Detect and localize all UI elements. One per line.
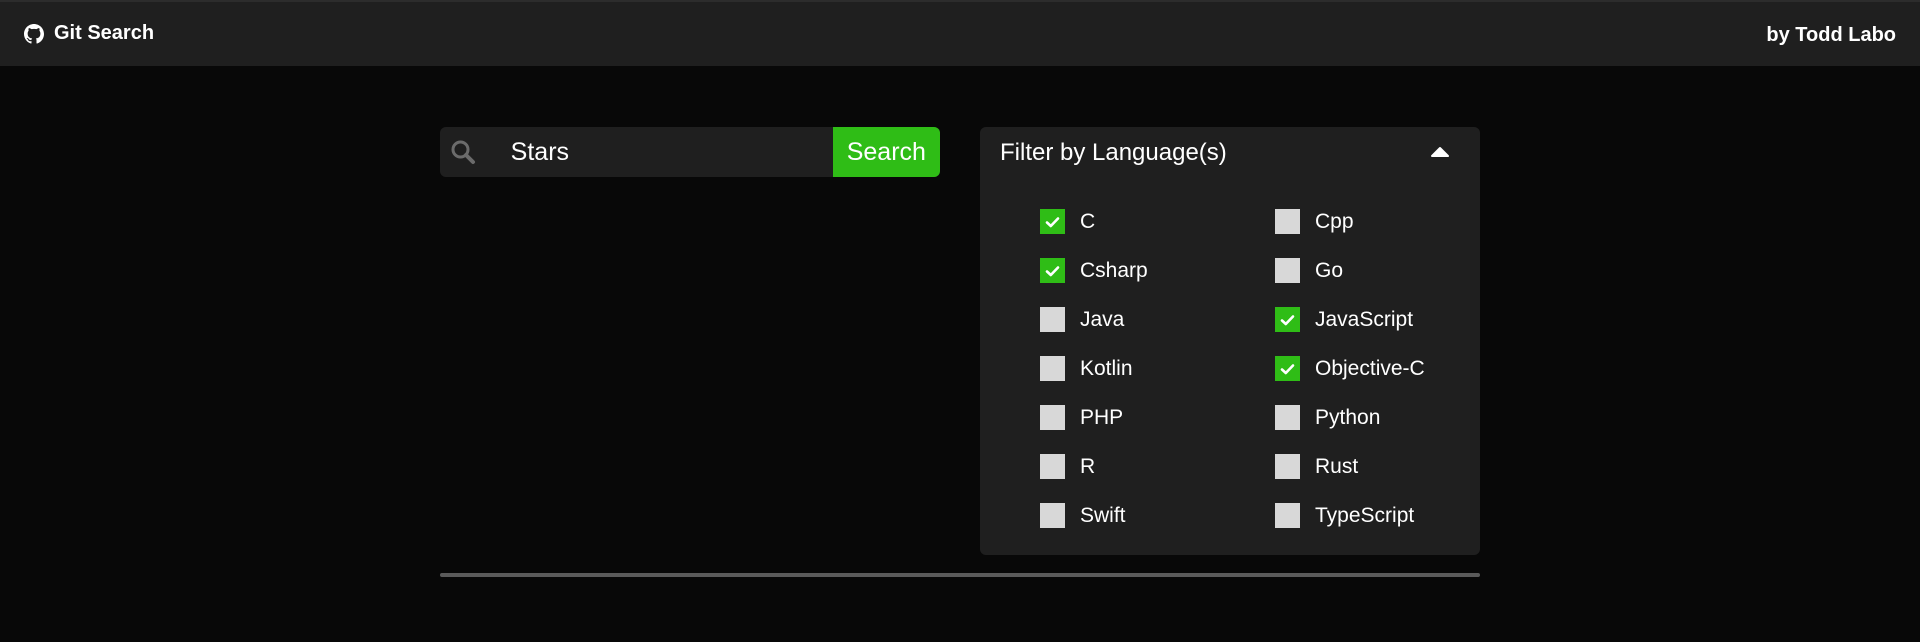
checkbox[interactable] (1275, 454, 1300, 479)
language-option[interactable]: Python (1275, 393, 1445, 442)
checkbox[interactable] (1040, 258, 1065, 283)
language-label: R (1080, 454, 1096, 478)
language-option[interactable]: Java (1040, 295, 1275, 344)
app-title: Git Search (54, 22, 155, 44)
language-label: Python (1315, 405, 1381, 429)
language-option[interactable]: Swift (1040, 491, 1275, 540)
language-label: Rust (1315, 454, 1359, 478)
filter-title: Filter by Language(s) (1000, 139, 1227, 166)
github-icon (24, 23, 44, 44)
language-option[interactable]: Objective-C (1275, 344, 1445, 393)
checkbox[interactable] (1275, 307, 1300, 332)
language-label: Swift (1080, 503, 1126, 527)
language-label: Kotlin (1080, 356, 1133, 380)
checkbox[interactable] (1040, 356, 1065, 381)
language-option[interactable]: Go (1275, 246, 1445, 295)
language-label: Java (1080, 307, 1125, 331)
language-label: TypeScript (1315, 503, 1415, 527)
divider (440, 573, 1480, 577)
filter-toggle[interactable]: Filter by Language(s) (980, 127, 1480, 177)
checkbox[interactable] (1040, 503, 1065, 528)
caret-up-icon (1430, 145, 1450, 163)
language-label: C (1080, 209, 1096, 233)
search-button[interactable]: Search (832, 127, 940, 177)
language-option[interactable]: C (1040, 197, 1275, 246)
language-option[interactable]: Rust (1275, 442, 1445, 491)
language-label: Csharp (1080, 258, 1148, 282)
search-input[interactable] (486, 127, 833, 177)
checkbox[interactable] (1040, 307, 1065, 332)
checkbox[interactable] (1275, 258, 1300, 283)
checkbox[interactable] (1275, 405, 1300, 430)
language-label: PHP (1080, 405, 1124, 429)
language-option[interactable]: R (1040, 442, 1275, 491)
search-bar: Search (440, 127, 940, 177)
language-option[interactable]: Csharp (1040, 246, 1275, 295)
language-label: Objective-C (1315, 356, 1425, 380)
checkbox[interactable] (1275, 209, 1300, 234)
language-filter-panel: Filter by Language(s) C Cpp Csharp Go Java Ja… (980, 127, 1480, 555)
language-option[interactable]: Kotlin (1040, 344, 1275, 393)
checkbox[interactable] (1040, 454, 1065, 479)
language-label: JavaScript (1315, 307, 1414, 331)
top-navbar: Git Search by Todd Labo (0, 0, 1920, 66)
check-icon (1045, 216, 1060, 227)
check-icon (1045, 265, 1060, 276)
check-icon (1280, 314, 1295, 325)
language-label: Cpp (1315, 209, 1354, 233)
language-option[interactable]: Cpp (1275, 197, 1445, 246)
checkbox[interactable] (1040, 405, 1065, 430)
checkbox[interactable] (1275, 503, 1300, 528)
author-credit: by Todd Labo (1766, 24, 1896, 46)
checkbox[interactable] (1040, 209, 1065, 234)
checkbox[interactable] (1275, 356, 1300, 381)
language-option[interactable]: TypeScript (1275, 491, 1445, 540)
language-option[interactable]: PHP (1040, 393, 1275, 442)
check-icon (1280, 363, 1295, 374)
language-label: Go (1315, 258, 1344, 282)
brand-link[interactable]: Git Search (24, 22, 154, 45)
language-option[interactable]: JavaScript (1275, 295, 1445, 344)
search-icon (440, 127, 487, 177)
language-options: C Cpp Csharp Go Java JavaScript Kotlin Objectiv… (1040, 197, 1445, 540)
